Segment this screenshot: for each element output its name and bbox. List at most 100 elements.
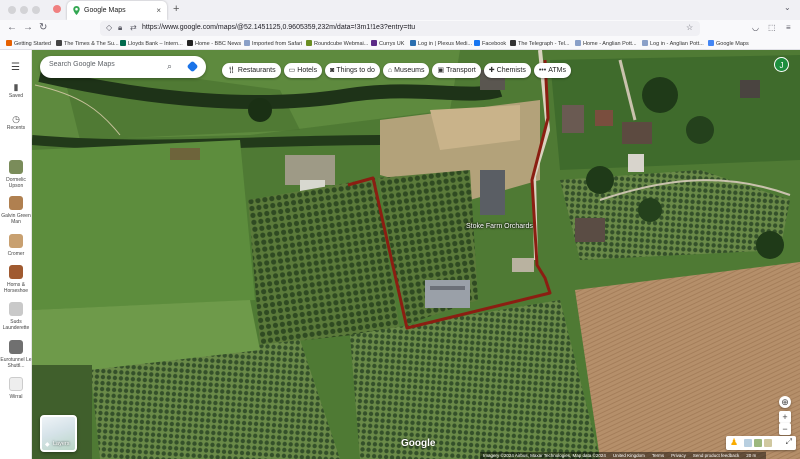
tab-close-icon[interactable]: × bbox=[156, 6, 161, 15]
new-tab-button[interactable]: + bbox=[173, 3, 179, 15]
recent-place[interactable]: Suds Launderette bbox=[0, 302, 32, 331]
search-icon[interactable]: ⌕ bbox=[167, 61, 172, 72]
zoom-out-button[interactable]: − bbox=[779, 423, 791, 435]
window-minimize-button[interactable] bbox=[20, 6, 28, 14]
place-thumbnail bbox=[9, 196, 23, 210]
bookmark-item[interactable]: Currys UK bbox=[371, 40, 404, 47]
category-chips: 🍴︎ Restaurants ▭ Hotels ◙ Things to do ⌂ Museum… bbox=[222, 59, 574, 78]
window-zoom-button[interactable] bbox=[32, 6, 40, 14]
plus-icon: + bbox=[782, 412, 788, 422]
bookmarks-toolbar: Getting Started The Times & The Su... Ll… bbox=[0, 37, 800, 50]
recent-place[interactable]: Eurotunnel Le Shuttl... bbox=[0, 340, 32, 369]
bookmark-item[interactable]: Home - BBC News bbox=[187, 40, 241, 47]
pocket-icon[interactable]: ◡ bbox=[752, 23, 759, 32]
chip-restaurants[interactable]: 🍴︎ Restaurants bbox=[222, 63, 281, 78]
pharmacy-icon: ✚ bbox=[488, 67, 495, 74]
bookmark-item[interactable]: Lloyds Bank – Intern... bbox=[120, 40, 183, 47]
list-tabs-icon[interactable]: ⌄ bbox=[784, 3, 791, 12]
feedback-link[interactable]: Send product feedback bbox=[693, 453, 739, 458]
place-thumbnail bbox=[9, 265, 23, 279]
bookmark-icon: ▮ bbox=[13, 82, 19, 92]
layers-label: Layers bbox=[53, 441, 70, 447]
bookmark-item[interactable]: Log in | Plexus Medi... bbox=[410, 40, 472, 47]
recent-place-label: Cromer bbox=[7, 251, 25, 257]
reload-icon[interactable]: ↻ bbox=[39, 22, 47, 33]
maps-side-rail: ☰ ▮ Saved ◷ Recents Dormelic Upson Galvi… bbox=[0, 50, 32, 459]
search-input[interactable] bbox=[49, 61, 159, 68]
recent-place-label: Suds Launderette bbox=[2, 319, 30, 331]
recent-place[interactable]: Horns & Horseshoe bbox=[0, 265, 32, 294]
search-box: ⌕ bbox=[40, 56, 206, 78]
recents-button[interactable]: ◷ Recents bbox=[0, 115, 32, 132]
scale-label[interactable]: 20 m bbox=[746, 453, 756, 458]
terms-link[interactable]: Terms bbox=[652, 453, 664, 458]
hamburger-icon[interactable]: ☰ bbox=[11, 62, 20, 73]
zoom-in-button[interactable]: + bbox=[779, 411, 791, 423]
bookmark-item[interactable]: Facebook bbox=[474, 40, 506, 47]
bookmark-item[interactable]: Google Maps bbox=[708, 40, 749, 47]
bed-icon: ▭ bbox=[288, 67, 296, 74]
expand-icon[interactable]: ⤢ bbox=[786, 437, 792, 447]
address-bar[interactable]: ◇ 🔒︎ ⇄ https://www.google.com/maps/@52.1… bbox=[100, 21, 700, 36]
chip-hotels[interactable]: ▭ Hotels bbox=[283, 63, 323, 78]
permissions-icon[interactable]: ⇄ bbox=[130, 23, 137, 32]
forward-icon[interactable]: → bbox=[23, 22, 33, 33]
app-menu-icon[interactable]: ≡ bbox=[786, 23, 791, 32]
imagery-thumb[interactable] bbox=[744, 439, 752, 447]
maps-pin-icon bbox=[73, 6, 80, 15]
recent-place-label: Galvin Green Man bbox=[1, 213, 31, 225]
location-target-icon: ⊕ bbox=[781, 397, 789, 407]
recent-place[interactable]: Galvin Green Man bbox=[0, 196, 32, 225]
privacy-link[interactable]: Privacy bbox=[671, 453, 686, 458]
my-location-button[interactable]: ⊕ bbox=[779, 396, 791, 408]
region-link[interactable]: United Kingdom bbox=[613, 453, 645, 458]
bookmark-item[interactable]: Imported from Safari bbox=[244, 40, 302, 47]
bookmark-item[interactable]: The Times & The Su... bbox=[56, 40, 119, 47]
museum-icon: ⌂ bbox=[387, 67, 393, 74]
bookmark-item[interactable]: Log in - Anglian Pott... bbox=[642, 40, 704, 47]
recent-place[interactable]: Wirral bbox=[0, 377, 32, 400]
navigation-toolbar: ← → ↻ ◇ 🔒︎ ⇄ https://www.google.com/maps… bbox=[0, 20, 800, 37]
url-text[interactable]: https://www.google.com/maps/@52.1451125,… bbox=[142, 24, 415, 31]
bookmark-star-icon[interactable]: ☆ bbox=[686, 23, 693, 32]
place-thumbnail bbox=[9, 302, 23, 316]
layers-button[interactable]: ◆ Layers bbox=[40, 415, 77, 452]
satellite-map[interactable] bbox=[32, 50, 800, 459]
imagery-strip: ♟ ⤢ bbox=[726, 436, 796, 450]
extensions-icon[interactable]: ⬚ bbox=[768, 23, 776, 32]
shield-icon[interactable]: ◇ bbox=[106, 23, 112, 32]
recent-place-label: Eurotunnel Le Shuttl... bbox=[0, 357, 32, 369]
window-close-button[interactable] bbox=[8, 6, 16, 14]
imagery-credit: Imagery ©2024 Airbus, Maxar Technologies… bbox=[483, 453, 606, 458]
bookmark-item[interactable]: Getting Started bbox=[6, 40, 51, 47]
chip-museums[interactable]: ⌂ Museums bbox=[382, 63, 430, 78]
imagery-thumb[interactable] bbox=[764, 439, 772, 447]
bookmark-item[interactable]: Home - Anglian Pott... bbox=[575, 40, 637, 47]
recent-place[interactable]: Dormelic Upson bbox=[0, 160, 32, 189]
recent-place[interactable]: Cromer bbox=[0, 234, 32, 257]
firefox-view-icon[interactable] bbox=[53, 5, 61, 13]
bookmark-item[interactable]: Roundcube Webmai... bbox=[306, 40, 368, 47]
directions-icon[interactable] bbox=[186, 60, 199, 73]
lock-icon[interactable]: 🔒︎ bbox=[118, 23, 122, 33]
place-label[interactable]: Stoke Farm Orchards bbox=[466, 223, 533, 230]
saved-label: Saved bbox=[8, 93, 24, 99]
saved-button[interactable]: ▮ Saved bbox=[0, 82, 32, 100]
more-icon: ••• bbox=[538, 67, 547, 74]
tab-google-maps[interactable]: Google Maps × bbox=[67, 1, 167, 20]
pegman-icon[interactable]: ♟ bbox=[730, 437, 738, 448]
layers-icon: ◆ bbox=[45, 442, 50, 448]
minus-icon: − bbox=[782, 424, 788, 434]
chip-transport[interactable]: ▣ Transport bbox=[432, 63, 481, 78]
map-attribution: Imagery ©2024 Airbus, Maxar Technologies… bbox=[480, 452, 767, 459]
account-avatar[interactable]: J bbox=[774, 57, 789, 72]
bookmark-item[interactable]: The Telegraph - Tel... bbox=[510, 40, 569, 47]
imagery-thumb[interactable] bbox=[754, 439, 762, 447]
chip-chemists[interactable]: ✚ Chemists bbox=[483, 63, 531, 78]
chip-atms[interactable]: ••• ATMs bbox=[533, 63, 571, 78]
back-icon[interactable]: ← bbox=[7, 22, 17, 33]
place-thumbnail bbox=[9, 377, 23, 391]
recents-label: Recents bbox=[6, 125, 26, 131]
tab-title: Google Maps bbox=[84, 7, 126, 14]
chip-things-to-do[interactable]: ◙ Things to do bbox=[325, 63, 380, 78]
